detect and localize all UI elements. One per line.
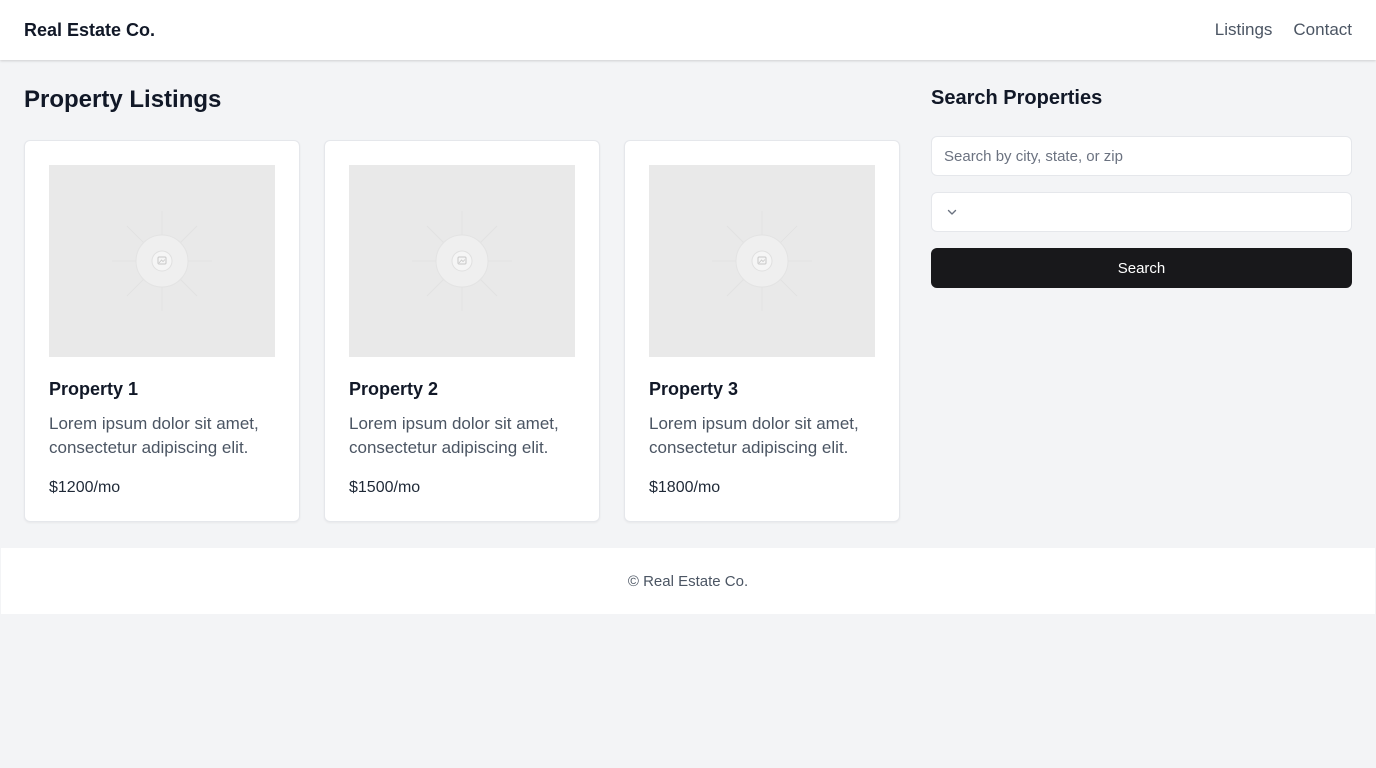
site-header: Real Estate Co. Listings Contact: [0, 0, 1376, 60]
property-title: Property 2: [349, 379, 439, 399]
image-placeholder-icon: [112, 211, 212, 311]
property-description: Lorem ipsum dolor sit amet, consectetur …: [349, 414, 559, 457]
property-card[interactable]: Property 1 Lorem ipsum dolor sit amet, c…: [24, 140, 300, 522]
property-card[interactable]: Property 2 Lorem ipsum dolor sit amet, c…: [324, 140, 600, 522]
property-description: Lorem ipsum dolor sit amet, consectetur …: [649, 414, 859, 457]
brand-logo-text[interactable]: Real Estate Co.: [24, 20, 155, 41]
search-section-title: Search Properties: [931, 87, 1103, 109]
listings-grid: Property 1 Lorem ipsum dolor sit amet, c…: [24, 140, 900, 522]
property-image: [649, 165, 875, 357]
image-placeholder-icon: [712, 211, 812, 311]
property-image: [49, 165, 275, 357]
property-type-select[interactable]: [931, 192, 1352, 232]
page-title: Property Listings: [24, 86, 222, 113]
search-button[interactable]: Search: [931, 248, 1352, 288]
main-nav: Listings Contact: [1215, 20, 1352, 40]
search-input[interactable]: [931, 136, 1352, 176]
property-card[interactable]: Property 3 Lorem ipsum dolor sit amet, c…: [624, 140, 900, 522]
nav-link-listings[interactable]: Listings: [1215, 20, 1273, 40]
nav-link-contact[interactable]: Contact: [1293, 20, 1352, 40]
property-price: $1800/mo: [649, 479, 721, 496]
property-title: Property 1: [49, 379, 139, 399]
property-image: [349, 165, 575, 357]
property-price: $1500/mo: [349, 479, 421, 496]
copyright-text: © Real Estate Co.: [627, 572, 749, 590]
site-footer: © Real Estate Co.: [1, 548, 1375, 614]
property-title: Property 3: [649, 379, 739, 399]
chevron-down-icon: [947, 209, 957, 215]
property-description: Lorem ipsum dolor sit amet, consectetur …: [49, 414, 259, 457]
property-price: $1200/mo: [49, 479, 121, 496]
image-placeholder-icon: [412, 211, 512, 311]
